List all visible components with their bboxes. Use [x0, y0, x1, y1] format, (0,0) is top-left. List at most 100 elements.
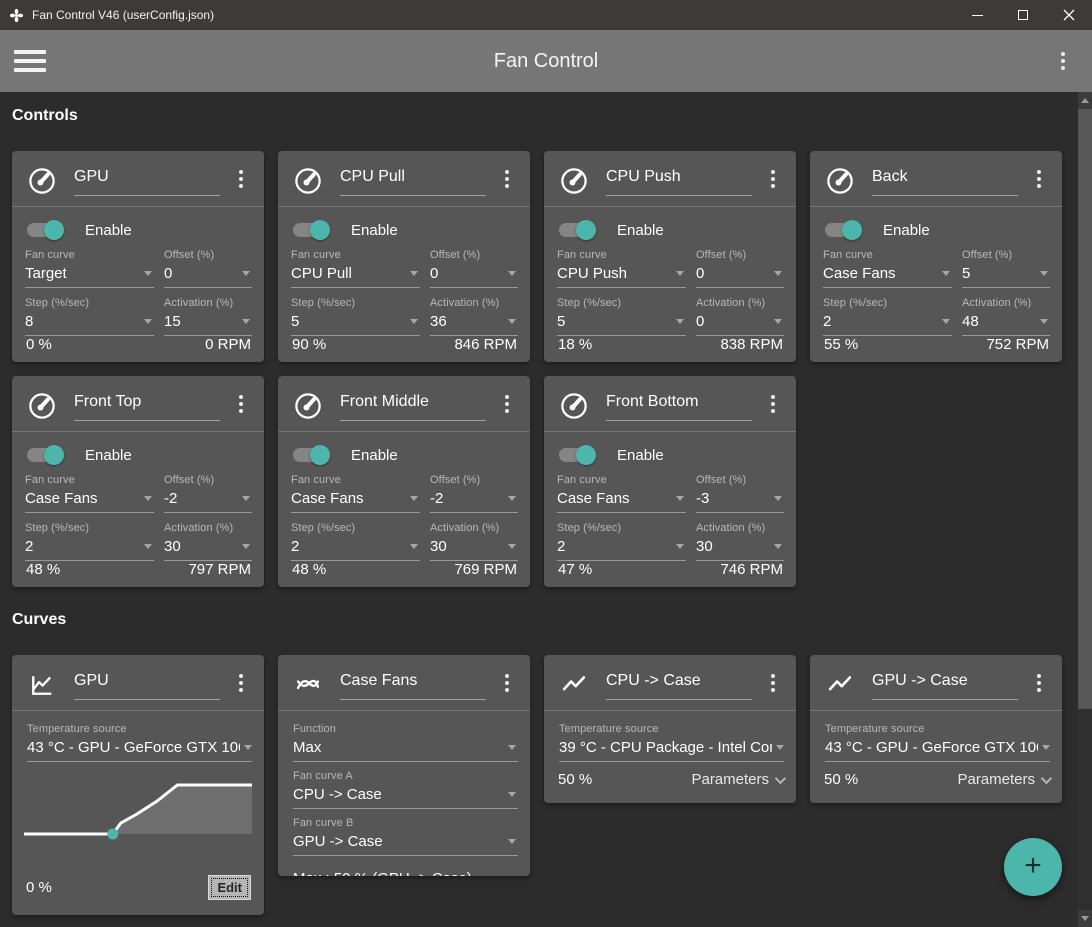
offset-select[interactable]: Offset (%) -2 — [164, 474, 252, 513]
dropdown-arrow-icon — [774, 496, 782, 501]
activation-select[interactable]: Activation (%) 30 — [430, 522, 518, 561]
fan-curve-select[interactable]: Fan curve CPU Pull — [291, 249, 420, 288]
enable-toggle[interactable] — [559, 445, 596, 465]
curve-name: GPU — [74, 672, 109, 689]
dropdown-arrow-icon — [242, 496, 250, 501]
add-button[interactable]: + — [1004, 838, 1062, 896]
activation-select[interactable]: Activation (%) 0 — [696, 297, 784, 336]
fan-curve-b-select[interactable]: Fan curve B GPU -> Case — [293, 817, 518, 856]
control-rpm: 0 RPM — [205, 336, 251, 353]
dropdown-arrow-icon — [144, 319, 152, 324]
parameters-expander[interactable]: Parameters — [957, 771, 1053, 788]
step-label: Step (%/sec) — [25, 297, 90, 309]
card-menu-button[interactable] — [230, 167, 252, 191]
appbar-overflow-menu-button[interactable] — [1052, 49, 1074, 73]
control-card-front-top: Front Top Enable Fan curve Case Fans Offs… — [12, 376, 264, 587]
card-menu-button[interactable] — [762, 392, 784, 416]
hamburger-icon — [14, 50, 46, 54]
step-select[interactable]: Step (%/sec) 2 — [823, 297, 952, 336]
curves-grid: GPU Temperature source 43 °C - GPU - GeF… — [12, 655, 1066, 915]
dropdown-arrow-icon — [508, 271, 516, 276]
function-select[interactable]: Function Max — [293, 723, 518, 762]
card-menu-button[interactable] — [762, 167, 784, 191]
menu-button[interactable] — [14, 50, 46, 72]
card-menu-button[interactable] — [496, 671, 518, 695]
offset-value: 5 — [962, 265, 971, 282]
card-menu-button[interactable] — [230, 671, 252, 695]
step-select[interactable]: Step (%/sec) 2 — [557, 522, 686, 561]
activation-select[interactable]: Activation (%) 36 — [430, 297, 518, 336]
fan-curve-value: Case Fans — [25, 490, 98, 507]
fan-curve-chart[interactable] — [24, 776, 252, 842]
curve-percent: 0 % — [26, 879, 52, 896]
minimize-button[interactable] — [954, 0, 1000, 30]
dots-vertical-icon — [1037, 674, 1041, 678]
control-percent: 48 % — [292, 561, 327, 578]
step-select[interactable]: Step (%/sec) 5 — [557, 297, 686, 336]
card-menu-button[interactable] — [762, 671, 784, 695]
step-value: 5 — [557, 313, 566, 330]
fan-curve-value: Case Fans — [291, 490, 364, 507]
vertical-scrollbar[interactable] — [1078, 92, 1092, 927]
activation-select[interactable]: Activation (%) 30 — [696, 522, 784, 561]
card-menu-button[interactable] — [230, 392, 252, 416]
main-content: Controls GPU Enable Fan curve Target Offs — [0, 92, 1078, 927]
offset-select[interactable]: Offset (%) 0 — [430, 249, 518, 288]
fan-curve-select[interactable]: Fan curve Case Fans — [557, 474, 686, 513]
offset-select[interactable]: Offset (%) 5 — [962, 249, 1050, 288]
curve-percent: 50 % — [824, 771, 859, 788]
fan-curve-select[interactable]: Fan curve CPU Push — [557, 249, 686, 288]
offset-value: -2 — [430, 490, 444, 507]
enable-toggle[interactable] — [559, 220, 596, 240]
control-card-cpu-push: CPU Push Enable Fan curve CPU Push Offset… — [544, 151, 796, 362]
step-select[interactable]: Step (%/sec) 2 — [25, 522, 154, 561]
control-card-gpu: GPU Enable Fan curve Target Offset (%) 0 S… — [12, 151, 264, 362]
activation-select[interactable]: Activation (%) 15 — [164, 297, 252, 336]
activation-value: 30 — [696, 538, 713, 555]
curve-card-gpu: GPU Temperature source 43 °C - GPU - GeF… — [12, 655, 264, 915]
edit-button[interactable]: Edit — [208, 875, 251, 900]
temperature-source-select[interactable]: Temperature source 43 °C - GPU - GeForce… — [27, 723, 252, 762]
card-menu-button[interactable] — [1028, 671, 1050, 695]
close-button[interactable] — [1046, 0, 1092, 30]
temperature-source-label: Temperature source — [825, 723, 925, 735]
offset-select[interactable]: Offset (%) -3 — [696, 474, 784, 513]
card-menu-button[interactable] — [1028, 167, 1050, 191]
step-select[interactable]: Step (%/sec) 2 — [291, 522, 420, 561]
fan-curve-select[interactable]: Fan curve Target — [25, 249, 154, 288]
dots-vertical-icon — [239, 170, 243, 174]
temperature-source-select[interactable]: Temperature source 39 °C - CPU Package -… — [559, 723, 784, 762]
maximize-button[interactable] — [1000, 0, 1046, 30]
offset-select[interactable]: Offset (%) 0 — [696, 249, 784, 288]
dropdown-arrow-icon — [508, 319, 516, 324]
enable-toggle[interactable] — [27, 445, 64, 465]
activation-value: 15 — [164, 313, 181, 330]
enable-toggle[interactable] — [27, 220, 64, 240]
step-select[interactable]: Step (%/sec) 8 — [25, 297, 154, 336]
curve-name: GPU -> Case — [872, 672, 968, 689]
dropdown-arrow-icon — [508, 544, 516, 549]
parameters-expander[interactable]: Parameters — [691, 771, 787, 788]
fan-curve-select[interactable]: Fan curve Case Fans — [25, 474, 154, 513]
step-select[interactable]: Step (%/sec) 5 — [291, 297, 420, 336]
activation-select[interactable]: Activation (%) 48 — [962, 297, 1050, 336]
activation-select[interactable]: Activation (%) 30 — [164, 522, 252, 561]
offset-value: 0 — [696, 265, 705, 282]
dropdown-arrow-icon — [410, 496, 418, 501]
offset-select[interactable]: Offset (%) -2 — [430, 474, 518, 513]
dots-vertical-icon — [1037, 170, 1041, 174]
fan-curve-a-select[interactable]: Fan curve A CPU -> Case — [293, 770, 518, 809]
scroll-down-button[interactable] — [1078, 910, 1092, 927]
card-menu-button[interactable] — [496, 167, 518, 191]
enable-toggle[interactable] — [293, 220, 330, 240]
enable-toggle[interactable] — [293, 445, 330, 465]
enable-toggle[interactable] — [825, 220, 862, 240]
scroll-up-button[interactable] — [1078, 92, 1092, 109]
fan-curve-select[interactable]: Fan curve Case Fans — [823, 249, 952, 288]
offset-select[interactable]: Offset (%) 0 — [164, 249, 252, 288]
scrollbar-thumb[interactable] — [1078, 109, 1092, 709]
step-value: 8 — [25, 313, 34, 330]
card-menu-button[interactable] — [496, 392, 518, 416]
temperature-source-select[interactable]: Temperature source 43 °C - GPU - GeForce… — [825, 723, 1050, 762]
fan-curve-select[interactable]: Fan curve Case Fans — [291, 474, 420, 513]
